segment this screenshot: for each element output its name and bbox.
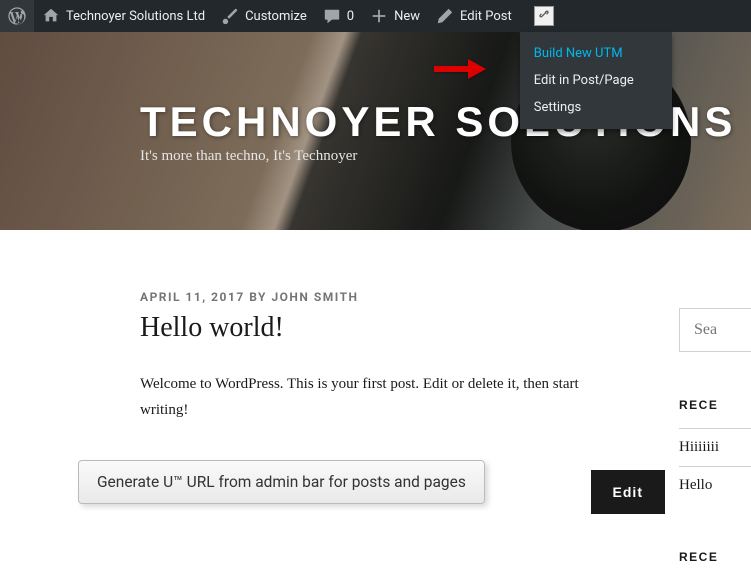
list-item[interactable]: Hiiiiiii: [679, 428, 751, 466]
new-label: New: [394, 9, 420, 24]
post-body: Welcome to WordPress. This is your first…: [140, 372, 629, 423]
dropdown-edit-post[interactable]: Edit in Post/Page: [520, 67, 672, 94]
sidebar: Sea RECE Hiiiiiii Hello RECE: [679, 290, 751, 580]
new-item[interactable]: New: [362, 0, 428, 32]
search-input[interactable]: Sea: [679, 308, 751, 352]
comments-count: 0: [347, 9, 354, 24]
site-tagline: It's more than techno, It's Technoyer: [140, 148, 751, 165]
brush-icon: [221, 7, 239, 25]
dropdown-build-utm[interactable]: Build New UTM: [520, 40, 672, 67]
plus-icon: [370, 7, 388, 25]
post-meta: APRIL 11, 2017 BY JOHN SMITH: [140, 290, 629, 304]
customize-label: Customize: [245, 9, 307, 24]
wp-logo[interactable]: [0, 0, 34, 32]
edit-post-item[interactable]: Edit Post: [428, 0, 520, 32]
list-item[interactable]: Hello: [679, 466, 751, 504]
sidebar-heading-recent-2: RECE: [679, 550, 751, 564]
main-column: APRIL 11, 2017 BY JOHN SMITH Hello world…: [0, 290, 679, 580]
utm-button[interactable]: [534, 6, 554, 26]
edit-button[interactable]: Edit: [591, 470, 665, 514]
home-icon: [42, 7, 60, 25]
site-name: Technoyer Solutions Ltd: [66, 9, 205, 24]
edit-post-label: Edit Post: [460, 9, 512, 24]
comment-icon: [323, 7, 341, 25]
wordpress-icon: [8, 7, 26, 25]
wp-admin-bar: Technoyer Solutions Ltd Customize 0 New …: [0, 0, 751, 32]
site-name-item[interactable]: Technoyer Solutions Ltd: [34, 0, 213, 32]
customize-item[interactable]: Customize: [213, 0, 315, 32]
tooltip: Generate U™ URL from admin bar for posts…: [78, 460, 485, 504]
pencil-icon: [436, 7, 454, 25]
annotation-arrow: [432, 55, 488, 83]
content-area: APRIL 11, 2017 BY JOHN SMITH Hello world…: [0, 230, 751, 580]
comments-item[interactable]: 0: [315, 0, 362, 32]
post-title[interactable]: Hello world!: [140, 312, 629, 344]
utm-menu-item[interactable]: Build New UTM Edit in Post/Page Settings: [520, 0, 568, 32]
link-icon: [538, 8, 550, 24]
utm-dropdown: Build New UTM Edit in Post/Page Settings: [520, 32, 672, 129]
dropdown-settings[interactable]: Settings: [520, 94, 672, 121]
sidebar-heading-recent-1: RECE: [679, 398, 751, 412]
